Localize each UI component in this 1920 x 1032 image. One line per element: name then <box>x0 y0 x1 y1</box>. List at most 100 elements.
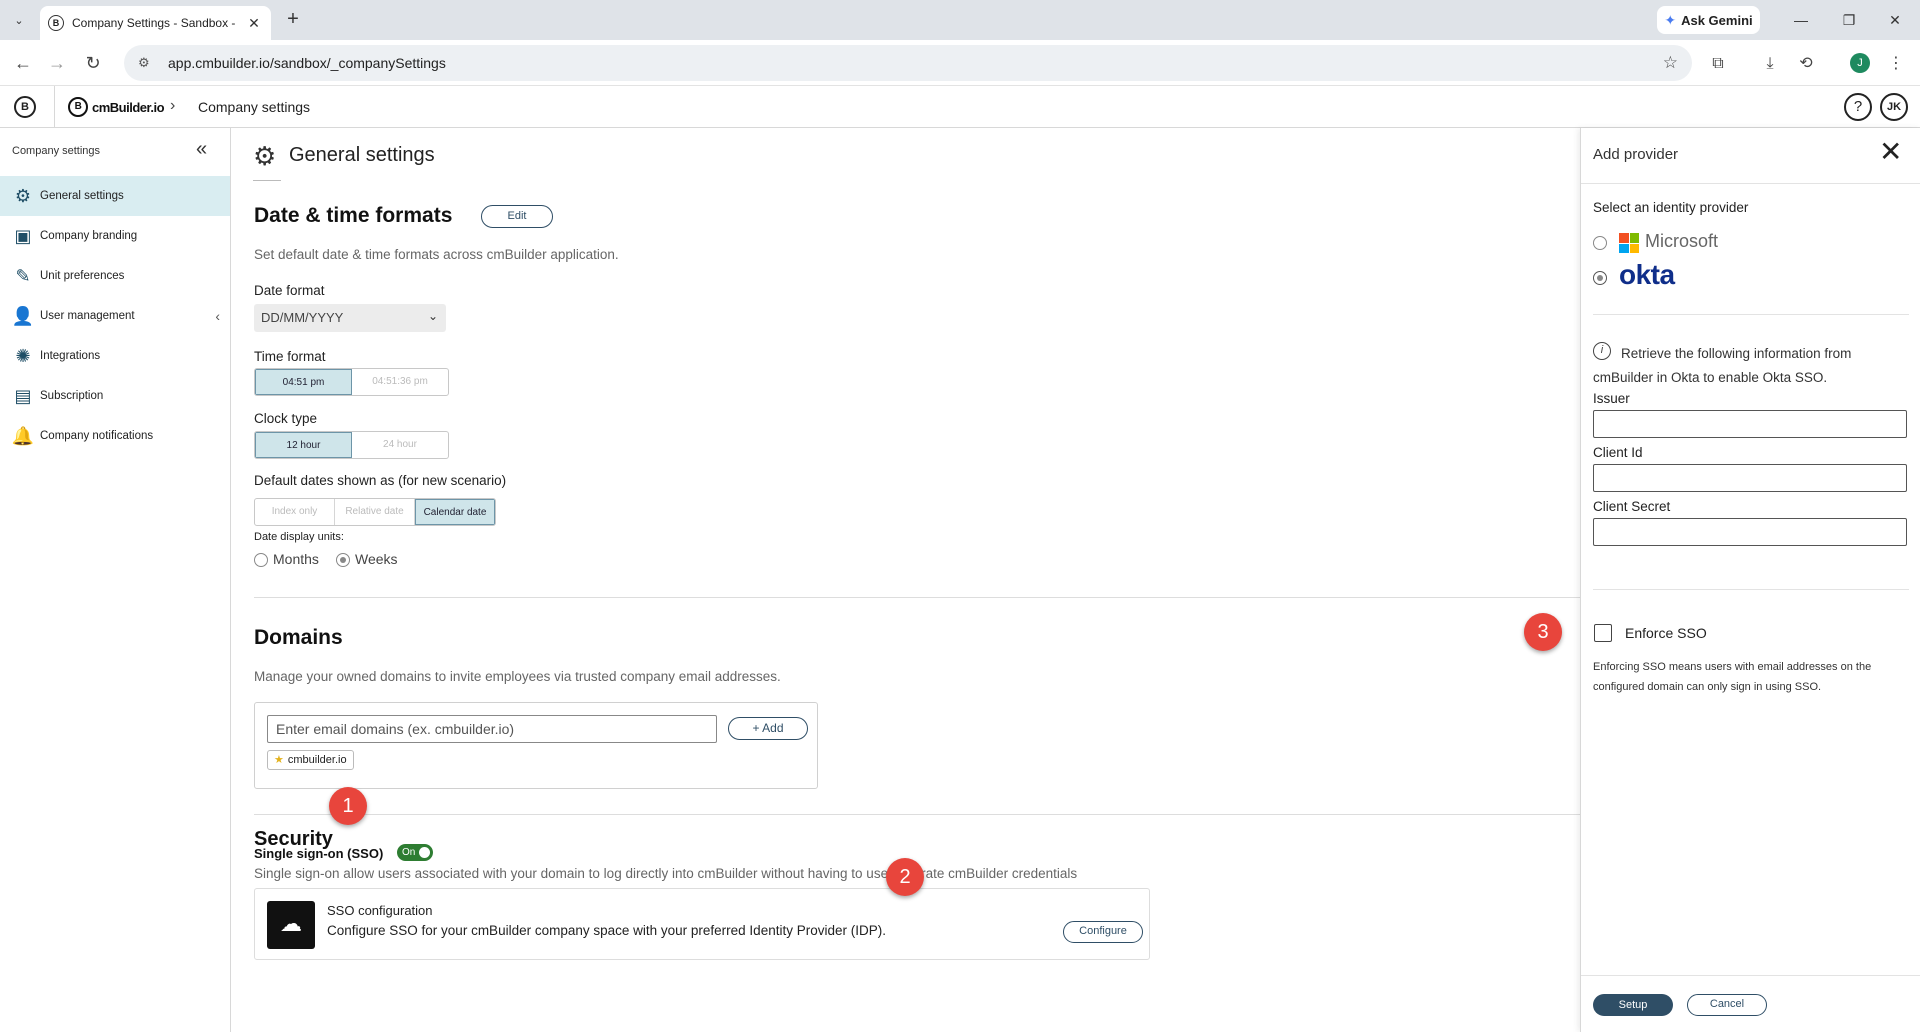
site-info-icon[interactable]: ⚙ <box>138 55 156 71</box>
enforce-sso-checkbox[interactable] <box>1594 624 1612 642</box>
radio-months[interactable] <box>254 553 268 568</box>
time-format-toggle[interactable]: 04:51 pm 04:51:36 pm <box>254 368 449 396</box>
radio-okta[interactable] <box>1593 271 1607 285</box>
tab-search-button[interactable]: ⌄ <box>6 8 32 32</box>
callout-badge: 1 <box>329 787 367 825</box>
download-icon[interactable]: ⤓ <box>1758 52 1782 76</box>
sidebar-item-integrations[interactable]: ✺ Integrations <box>0 336 230 376</box>
ask-gemini-label: Ask Gemini <box>1681 12 1753 28</box>
sso-label: Single sign-on (SSO) <box>254 846 384 861</box>
domains-heading: Domains <box>254 626 343 649</box>
gemini-icon: ✦ <box>1664 11 1677 28</box>
new-tab-button[interactable]: + <box>281 8 305 32</box>
sidebar-item-label: Subscription <box>40 390 104 402</box>
ask-gemini-button[interactable]: ✦ Ask Gemini <box>1657 6 1760 34</box>
address-bar[interactable]: ⚙ app.cmbuilder.io/sandbox/_companySetti… <box>124 45 1692 81</box>
radio-microsoft[interactable] <box>1593 236 1607 250</box>
sso-toggle[interactable]: On <box>397 844 433 861</box>
gear-icon: ⚙ <box>14 185 32 206</box>
client-secret-label: Client Secret <box>1593 499 1671 514</box>
brand-mark-icon: B <box>68 97 88 117</box>
dates-option-calendar[interactable]: Calendar date <box>415 499 495 525</box>
edit-button[interactable]: Edit <box>481 205 553 228</box>
profile-avatar[interactable]: J <box>1850 53 1870 73</box>
dates-option-index[interactable]: Index only <box>255 499 335 525</box>
bell-icon: 🔔 <box>11 425 35 446</box>
sidebar-item-general-settings[interactable]: ⚙ General settings <box>0 176 230 216</box>
restore-button[interactable]: ❐ <box>1826 6 1872 34</box>
users-icon: 👤 <box>11 305 35 326</box>
clock-type-toggle[interactable]: 12 hour 24 hour <box>254 431 449 459</box>
app-header: B B cmBuilder.io › Company settings ? JK <box>0 86 1920 128</box>
time-option-short[interactable]: 04:51 pm <box>255 369 352 395</box>
domains-card: Enter email domains (ex. cmbuilder.io) +… <box>254 702 818 789</box>
sso-description: Single sign-on allow users associated wi… <box>254 866 1078 881</box>
sidebar-item-unit-preferences[interactable]: ✎ Unit preferences <box>0 256 230 296</box>
unit-months-label: Months <box>273 551 319 567</box>
provider-okta-label[interactable]: okta <box>1619 259 1675 291</box>
sso-card-description: Configure SSO for your cmBuilder company… <box>327 923 886 938</box>
back-icon[interactable]: ← <box>10 50 36 76</box>
clock-option-24[interactable]: 24 hour <box>352 432 448 458</box>
sidebar-item-user-management[interactable]: 👤 User management ‹ <box>0 296 230 336</box>
unit-months-option[interactable]: Months <box>254 551 319 568</box>
sidebar-item-label: Unit preferences <box>40 270 125 282</box>
select-provider-label: Select an identity provider <box>1593 200 1749 215</box>
forward-icon[interactable]: → <box>44 50 70 76</box>
client-id-label: Client Id <box>1593 445 1643 460</box>
sidebar-item-subscription[interactable]: ▤ Subscription <box>0 376 230 416</box>
issuer-input[interactable] <box>1593 410 1907 438</box>
sidebar-item-company-notifications[interactable]: 🔔 Company notifications <box>0 416 230 456</box>
collapse-sidebar-icon[interactable]: « <box>196 138 207 161</box>
enforce-sso-label: Enforce SSO <box>1625 625 1707 641</box>
radio-weeks[interactable] <box>336 553 350 568</box>
help-button[interactable]: ? <box>1844 93 1872 121</box>
chevron-down-icon: ⌄ <box>427 309 438 323</box>
panel-divider <box>1581 183 1920 184</box>
unit-weeks-option[interactable]: Weeks <box>336 551 398 568</box>
branding-icon: ▣ <box>14 225 32 246</box>
domain-chip-label: cmbuilder.io <box>287 754 347 766</box>
client-id-input[interactable] <box>1593 464 1907 492</box>
reload-icon[interactable]: ↻ <box>80 50 106 76</box>
domain-chip: ★ cmbuilder.io <box>267 750 354 770</box>
add-domain-button[interactable]: + Add <box>728 717 808 740</box>
provider-microsoft-label[interactable]: Microsoft <box>1645 231 1718 252</box>
sidebar-item-label: General settings <box>40 190 124 202</box>
close-window-button[interactable]: ✕ <box>1872 6 1918 34</box>
plus-icon: + <box>752 721 763 735</box>
domains-description: Manage your owned domains to invite empl… <box>254 669 781 684</box>
subscription-icon: ▤ <box>14 385 32 406</box>
configure-button[interactable]: Configure <box>1063 921 1143 943</box>
browser-tab[interactable]: B Company Settings - Sandbox - ✕ <box>40 6 271 40</box>
user-avatar[interactable]: JK <box>1880 93 1908 121</box>
datetime-heading: Date & time formats <box>254 204 453 227</box>
clock-option-12[interactable]: 12 hour <box>255 432 352 458</box>
brand-logo[interactable]: B cmBuilder.io <box>68 96 165 118</box>
time-option-long[interactable]: 04:51:36 pm <box>352 369 448 395</box>
history-icon[interactable]: ⟲ <box>1794 52 1818 76</box>
minimize-button[interactable]: — <box>1778 6 1824 34</box>
sso-card-title: SSO configuration <box>327 903 433 918</box>
client-secret-input[interactable] <box>1593 518 1907 546</box>
tab-favicon-icon: B <box>48 15 64 31</box>
time-format-label: Time format <box>254 349 326 364</box>
menu-icon[interactable]: ⋮ <box>1884 52 1908 76</box>
extensions-icon[interactable]: ⧉ <box>1706 52 1730 76</box>
app-logo-icon[interactable]: B <box>14 96 36 118</box>
add-label: Add <box>762 721 784 735</box>
dates-option-relative[interactable]: Relative date <box>335 499 415 525</box>
close-icon[interactable]: ✕ <box>1879 138 1902 166</box>
date-format-select[interactable]: DD/MM/YYYY ⌄ <box>254 304 446 332</box>
panel-divider <box>1593 589 1909 590</box>
sidebar-item-company-branding[interactable]: ▣ Company branding <box>0 216 230 256</box>
sidebar-item-label: User management <box>40 310 135 322</box>
date-format-label: Date format <box>254 283 325 298</box>
browser-tabstrip: ⌄ B Company Settings - Sandbox - ✕ + ✦ A… <box>0 0 1920 40</box>
setup-button[interactable]: Setup <box>1593 994 1673 1016</box>
tab-close-icon[interactable]: ✕ <box>245 15 263 32</box>
default-dates-toggle[interactable]: Index only Relative date Calendar date <box>254 498 496 526</box>
bookmark-star-icon[interactable]: ☆ <box>1663 53 1678 73</box>
cancel-button[interactable]: Cancel <box>1687 994 1767 1016</box>
domain-input[interactable]: Enter email domains (ex. cmbuilder.io) <box>267 715 717 743</box>
